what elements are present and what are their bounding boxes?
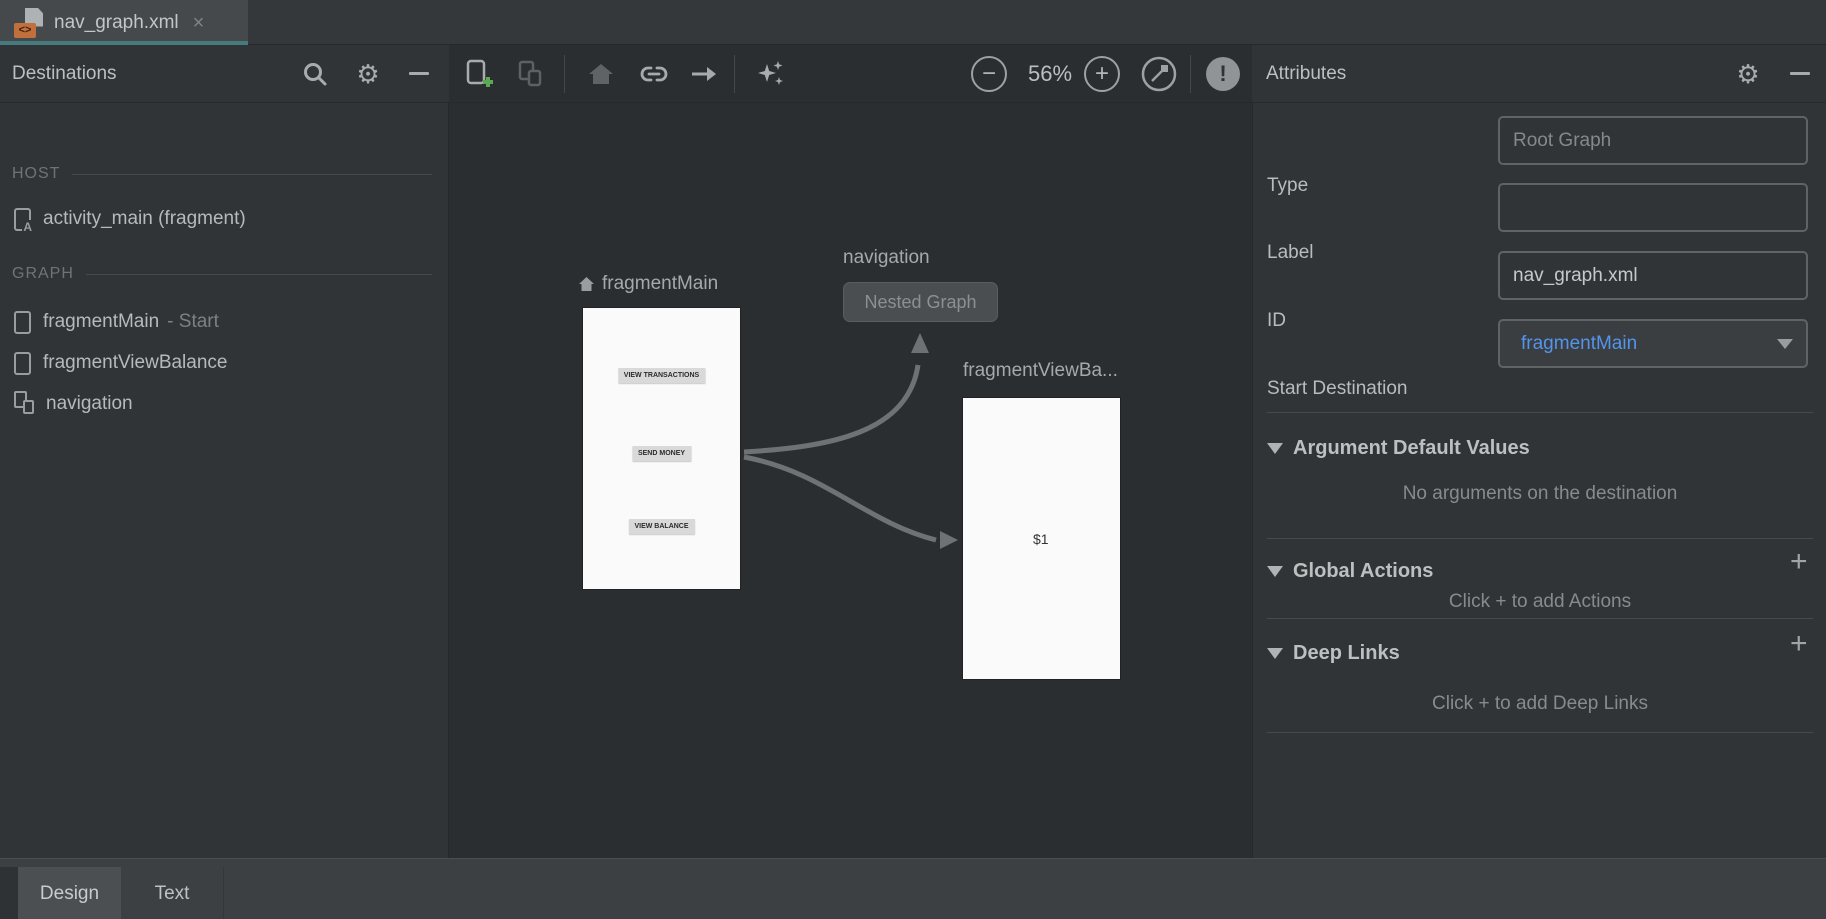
no-arguments-hint: No arguments on the destination (1253, 483, 1826, 505)
home-icon[interactable] (584, 45, 618, 103)
hide-panel-icon[interactable] (402, 57, 436, 91)
tab-close-icon[interactable]: × (193, 13, 205, 33)
action-arrow-icon[interactable] (687, 45, 721, 103)
nested-graph-icon (14, 391, 40, 417)
xml-file-icon: <> (14, 8, 44, 38)
activity-icon (14, 208, 31, 231)
collapse-triangle-icon (1267, 648, 1283, 659)
add-actions-hint: Click + to add Actions (1253, 591, 1826, 613)
toolbar-separator (1190, 55, 1191, 93)
type-field: Root Graph (1498, 116, 1808, 165)
view-transactions-button: VIEW TRANSACTIONS (618, 368, 705, 383)
destination-item-fragment-main[interactable]: fragmentMain - Start (14, 306, 219, 338)
editor-tab-strip: <> nav_graph.xml × (0, 0, 1826, 45)
attributes-title: Attributes (1266, 63, 1346, 85)
destinations-title: Destinations (12, 63, 117, 85)
navigation-node-label[interactable]: navigation (843, 247, 930, 269)
editor-mode-bar: Design Text (0, 858, 1826, 919)
navigation-editor-window: <> nav_graph.xml × HOST activity_main (f… (0, 0, 1826, 919)
link-icon[interactable] (637, 45, 671, 103)
graph-section-header: GRAPH (12, 265, 432, 283)
gear-icon[interactable]: ⚙ (351, 57, 385, 91)
add-deep-links-hint: Click + to add Deep Links (1253, 693, 1826, 715)
label-field[interactable] (1498, 183, 1808, 232)
zoom-to-fit-button[interactable] (1139, 45, 1179, 103)
send-money-button: SEND MONEY (632, 446, 691, 461)
destination-item-navigation[interactable]: navigation (14, 388, 133, 420)
zoom-in-button[interactable]: + (1084, 45, 1120, 103)
add-deep-link-button[interactable]: + (1790, 629, 1808, 659)
add-global-action-button[interactable]: + (1790, 547, 1808, 577)
destination-item-activity-main[interactable]: activity_main (fragment) (14, 203, 246, 235)
start-destination-field-label: Start Destination (1267, 378, 1407, 400)
start-suffix: - Start (167, 311, 219, 333)
fragment-view-balance-label[interactable]: fragmentViewBa... (963, 360, 1118, 382)
design-surface[interactable]: − 56% + ! fragmentMain VIEW T (450, 45, 1252, 858)
zoom-level: 56% (1015, 45, 1085, 103)
add-destination-icon[interactable] (462, 45, 496, 103)
toolbar-separator (734, 55, 735, 93)
tab-design[interactable]: Design (18, 867, 121, 919)
deep-links-section[interactable]: Deep Links (1267, 642, 1400, 665)
collapse-triangle-icon (1267, 566, 1283, 577)
fragment-view-balance-preview[interactable]: $1 (963, 398, 1120, 679)
tab-text[interactable]: Text (121, 867, 224, 919)
search-icon[interactable] (298, 57, 332, 91)
nested-graph-node[interactable]: Nested Graph (843, 282, 998, 322)
view-balance-button: VIEW BALANCE (628, 519, 694, 534)
fragment-main-label[interactable]: fragmentMain (578, 273, 718, 295)
fragment-icon (14, 352, 31, 375)
destinations-panel: HOST activity_main (fragment) GRAPH frag… (0, 45, 449, 858)
start-destination-dropdown[interactable]: fragmentMain (1498, 319, 1808, 368)
toolbar-separator (564, 55, 565, 93)
balance-text: $1 (1033, 531, 1049, 547)
global-actions-section[interactable]: Global Actions (1267, 560, 1433, 583)
label-field-label: Label (1267, 242, 1314, 264)
id-field-label: ID (1267, 310, 1286, 332)
canvas-toolbar: − 56% + ! (450, 45, 1252, 103)
argument-default-values-section[interactable]: Argument Default Values (1267, 437, 1530, 460)
type-field-label: Type (1267, 175, 1308, 197)
destinations-panel-header: Destinations ⚙ (0, 45, 449, 103)
chevron-down-icon (1777, 339, 1793, 349)
attributes-panel-header: Attributes ⚙ (1252, 45, 1826, 103)
zoom-out-button[interactable]: − (971, 45, 1007, 103)
destination-item-fragment-view-balance[interactable]: fragmentViewBalance (14, 347, 227, 379)
start-destination-home-icon (578, 276, 595, 292)
fragment-main-preview[interactable]: VIEW TRANSACTIONS SEND MONEY VIEW BALANC… (583, 308, 740, 589)
tab-title: nav_graph.xml (54, 12, 179, 34)
tab-nav-graph-xml[interactable]: <> nav_graph.xml × (0, 0, 248, 45)
attributes-panel: Type Root Graph Label ID nav_graph.xml S… (1252, 45, 1826, 858)
auto-arrange-sparkles-icon[interactable] (754, 45, 788, 103)
collapse-triangle-icon (1267, 443, 1283, 454)
gear-icon[interactable]: ⚙ (1731, 57, 1765, 91)
new-nested-graph-icon[interactable] (513, 45, 547, 103)
host-section-header: HOST (12, 165, 432, 183)
action-arrows (450, 103, 1252, 858)
id-field[interactable]: nav_graph.xml (1498, 251, 1808, 300)
fragment-icon (14, 311, 31, 334)
error-indicator-icon[interactable]: ! (1206, 45, 1240, 103)
hide-panel-icon[interactable] (1783, 57, 1817, 91)
